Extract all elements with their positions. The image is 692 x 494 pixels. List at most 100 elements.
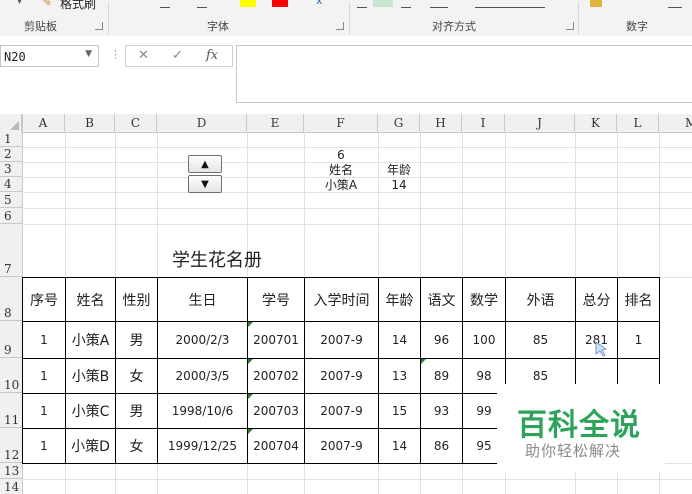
column-header-a[interactable]: A	[22, 114, 65, 132]
table-cell[interactable]: 2007-9	[304, 393, 379, 429]
row-header-9[interactable]: 9	[0, 321, 22, 358]
table-cell[interactable]: 200702	[247, 358, 305, 394]
row-header-5[interactable]: 5	[0, 192, 22, 208]
column-header-f[interactable]: F	[304, 114, 378, 132]
table-cell[interactable]: 男	[115, 393, 158, 429]
header-cell[interactable]: 性别	[115, 277, 158, 322]
table-cell[interactable]: 13	[378, 358, 421, 394]
phonetic-icon[interactable]: x	[316, 0, 323, 7]
table-cell[interactable]: 2000/3/5	[157, 358, 248, 394]
row-header-11[interactable]: 11	[0, 393, 22, 428]
column-header-i[interactable]: I	[462, 114, 505, 132]
table-cell[interactable]: 小策D	[65, 428, 116, 464]
table-cell[interactable]: 1	[22, 393, 66, 429]
table-cell[interactable]: 1999/12/25	[157, 428, 248, 464]
error-indicator-icon[interactable]	[248, 322, 253, 327]
table-cell[interactable]: 2000/2/3	[157, 321, 248, 359]
currency-icon[interactable]	[590, 0, 602, 7]
row-header-2[interactable]: 2	[0, 147, 22, 162]
table-cell[interactable]: 女	[115, 428, 158, 464]
column-header-m[interactable]: M	[659, 114, 692, 132]
column-header-k[interactable]: K	[575, 114, 617, 132]
chevron-down-icon[interactable]: ▼	[85, 49, 92, 59]
column-header-l[interactable]: L	[617, 114, 659, 132]
cell-f2[interactable]: 6	[304, 147, 378, 162]
column-header-h[interactable]: H	[420, 114, 462, 132]
row-header-10[interactable]: 10	[0, 358, 22, 393]
table-cell[interactable]: 96	[420, 321, 463, 359]
table-cell[interactable]: 2007-9	[304, 428, 379, 464]
header-cell[interactable]: 外语	[505, 277, 576, 322]
cell-f3[interactable]: 姓名	[304, 162, 378, 177]
table-cell[interactable]: 15	[378, 393, 421, 429]
border-icon[interactable]	[160, 0, 170, 8]
table-cell[interactable]: 小策B	[65, 358, 116, 394]
table-cell[interactable]: 小策C	[65, 393, 116, 429]
header-cell[interactable]: 入学时间	[304, 277, 379, 322]
cell-g4[interactable]: 14	[378, 177, 420, 192]
row-header-14[interactable]: 14	[0, 479, 22, 494]
row-header-12[interactable]: 12	[0, 428, 22, 463]
table-cell[interactable]: 1	[22, 321, 66, 359]
table-cell[interactable]: 100	[462, 321, 506, 359]
column-header-g[interactable]: G	[378, 114, 420, 132]
table-cell[interactable]: 200703	[247, 393, 305, 429]
border-dropdown-icon[interactable]	[197, 0, 207, 8]
error-indicator-icon[interactable]	[421, 359, 426, 364]
format-painter-icon[interactable]: ✎	[42, 0, 52, 9]
table-cell[interactable]: 14	[378, 321, 421, 359]
table-cell[interactable]: 女	[115, 358, 158, 394]
table-cell[interactable]: 85	[505, 321, 576, 359]
column-header-c[interactable]: C	[115, 114, 157, 132]
cell-f4[interactable]: 小策A	[304, 177, 378, 192]
more-options-icon[interactable]: ⋮	[110, 48, 121, 61]
error-indicator-icon[interactable]	[248, 429, 253, 434]
column-header-b[interactable]: B	[65, 114, 115, 132]
table-cell[interactable]: 86	[420, 428, 463, 464]
align-right-icon[interactable]	[401, 0, 411, 8]
row-header-3[interactable]: 3	[0, 162, 22, 177]
header-cell[interactable]: 学号	[247, 277, 305, 322]
row-header-13[interactable]: 13	[0, 463, 22, 479]
table-cell[interactable]: 2007-9	[304, 358, 379, 394]
table-cell[interactable]: 男	[115, 321, 158, 359]
table-cell[interactable]: 小策A	[65, 321, 116, 359]
table-cell[interactable]: 1	[617, 321, 660, 359]
column-header-d[interactable]: D	[157, 114, 247, 132]
header-cell[interactable]: 数学	[462, 277, 506, 322]
row-header-4[interactable]: 4	[0, 177, 22, 192]
row-header-6[interactable]: 6	[0, 208, 22, 224]
row-header-7[interactable]: 7	[0, 224, 22, 277]
column-header-e[interactable]: E	[247, 114, 304, 132]
table-cell[interactable]: 200704	[247, 428, 305, 464]
table-cell[interactable]: 1	[22, 428, 66, 464]
row-header-1[interactable]: 1	[0, 132, 22, 147]
table-title[interactable]: 学生花名册	[172, 246, 262, 272]
header-cell[interactable]: 姓名	[65, 277, 116, 322]
table-cell[interactable]: 200701	[247, 321, 305, 359]
name-box[interactable]: N20 ▼	[0, 45, 99, 67]
table-cell[interactable]: 93	[420, 393, 463, 429]
column-header-j[interactable]: J	[505, 114, 575, 132]
table-cell[interactable]: 1998/10/6	[157, 393, 248, 429]
cancel-icon[interactable]: ✕	[138, 48, 149, 63]
spinner-up-button[interactable]: ▲	[188, 155, 222, 173]
formula-input[interactable]	[236, 45, 692, 103]
align-left-icon[interactable]	[357, 0, 367, 8]
fill-color-icon[interactable]	[240, 0, 256, 7]
table-cell[interactable]: 2007-9	[304, 321, 379, 359]
error-indicator-icon[interactable]	[248, 394, 253, 399]
format-painter-button[interactable]: 格式刷	[60, 0, 96, 12]
font-color-icon[interactable]	[272, 0, 288, 7]
font-launcher-icon[interactable]	[336, 22, 344, 30]
header-cell[interactable]: 年龄	[378, 277, 421, 322]
table-cell[interactable]: 14	[378, 428, 421, 464]
clipboard-launcher-icon[interactable]	[95, 22, 103, 30]
select-all-button[interactable]	[0, 114, 22, 132]
header-cell[interactable]: 序号	[22, 277, 66, 322]
spinner-down-button[interactable]: ▼	[188, 175, 222, 193]
insert-function-icon[interactable]: fx	[206, 48, 218, 63]
header-cell[interactable]: 排名	[617, 277, 660, 322]
merge-center-button[interactable]	[475, 0, 545, 8]
header-cell[interactable]: 总分	[575, 277, 618, 322]
